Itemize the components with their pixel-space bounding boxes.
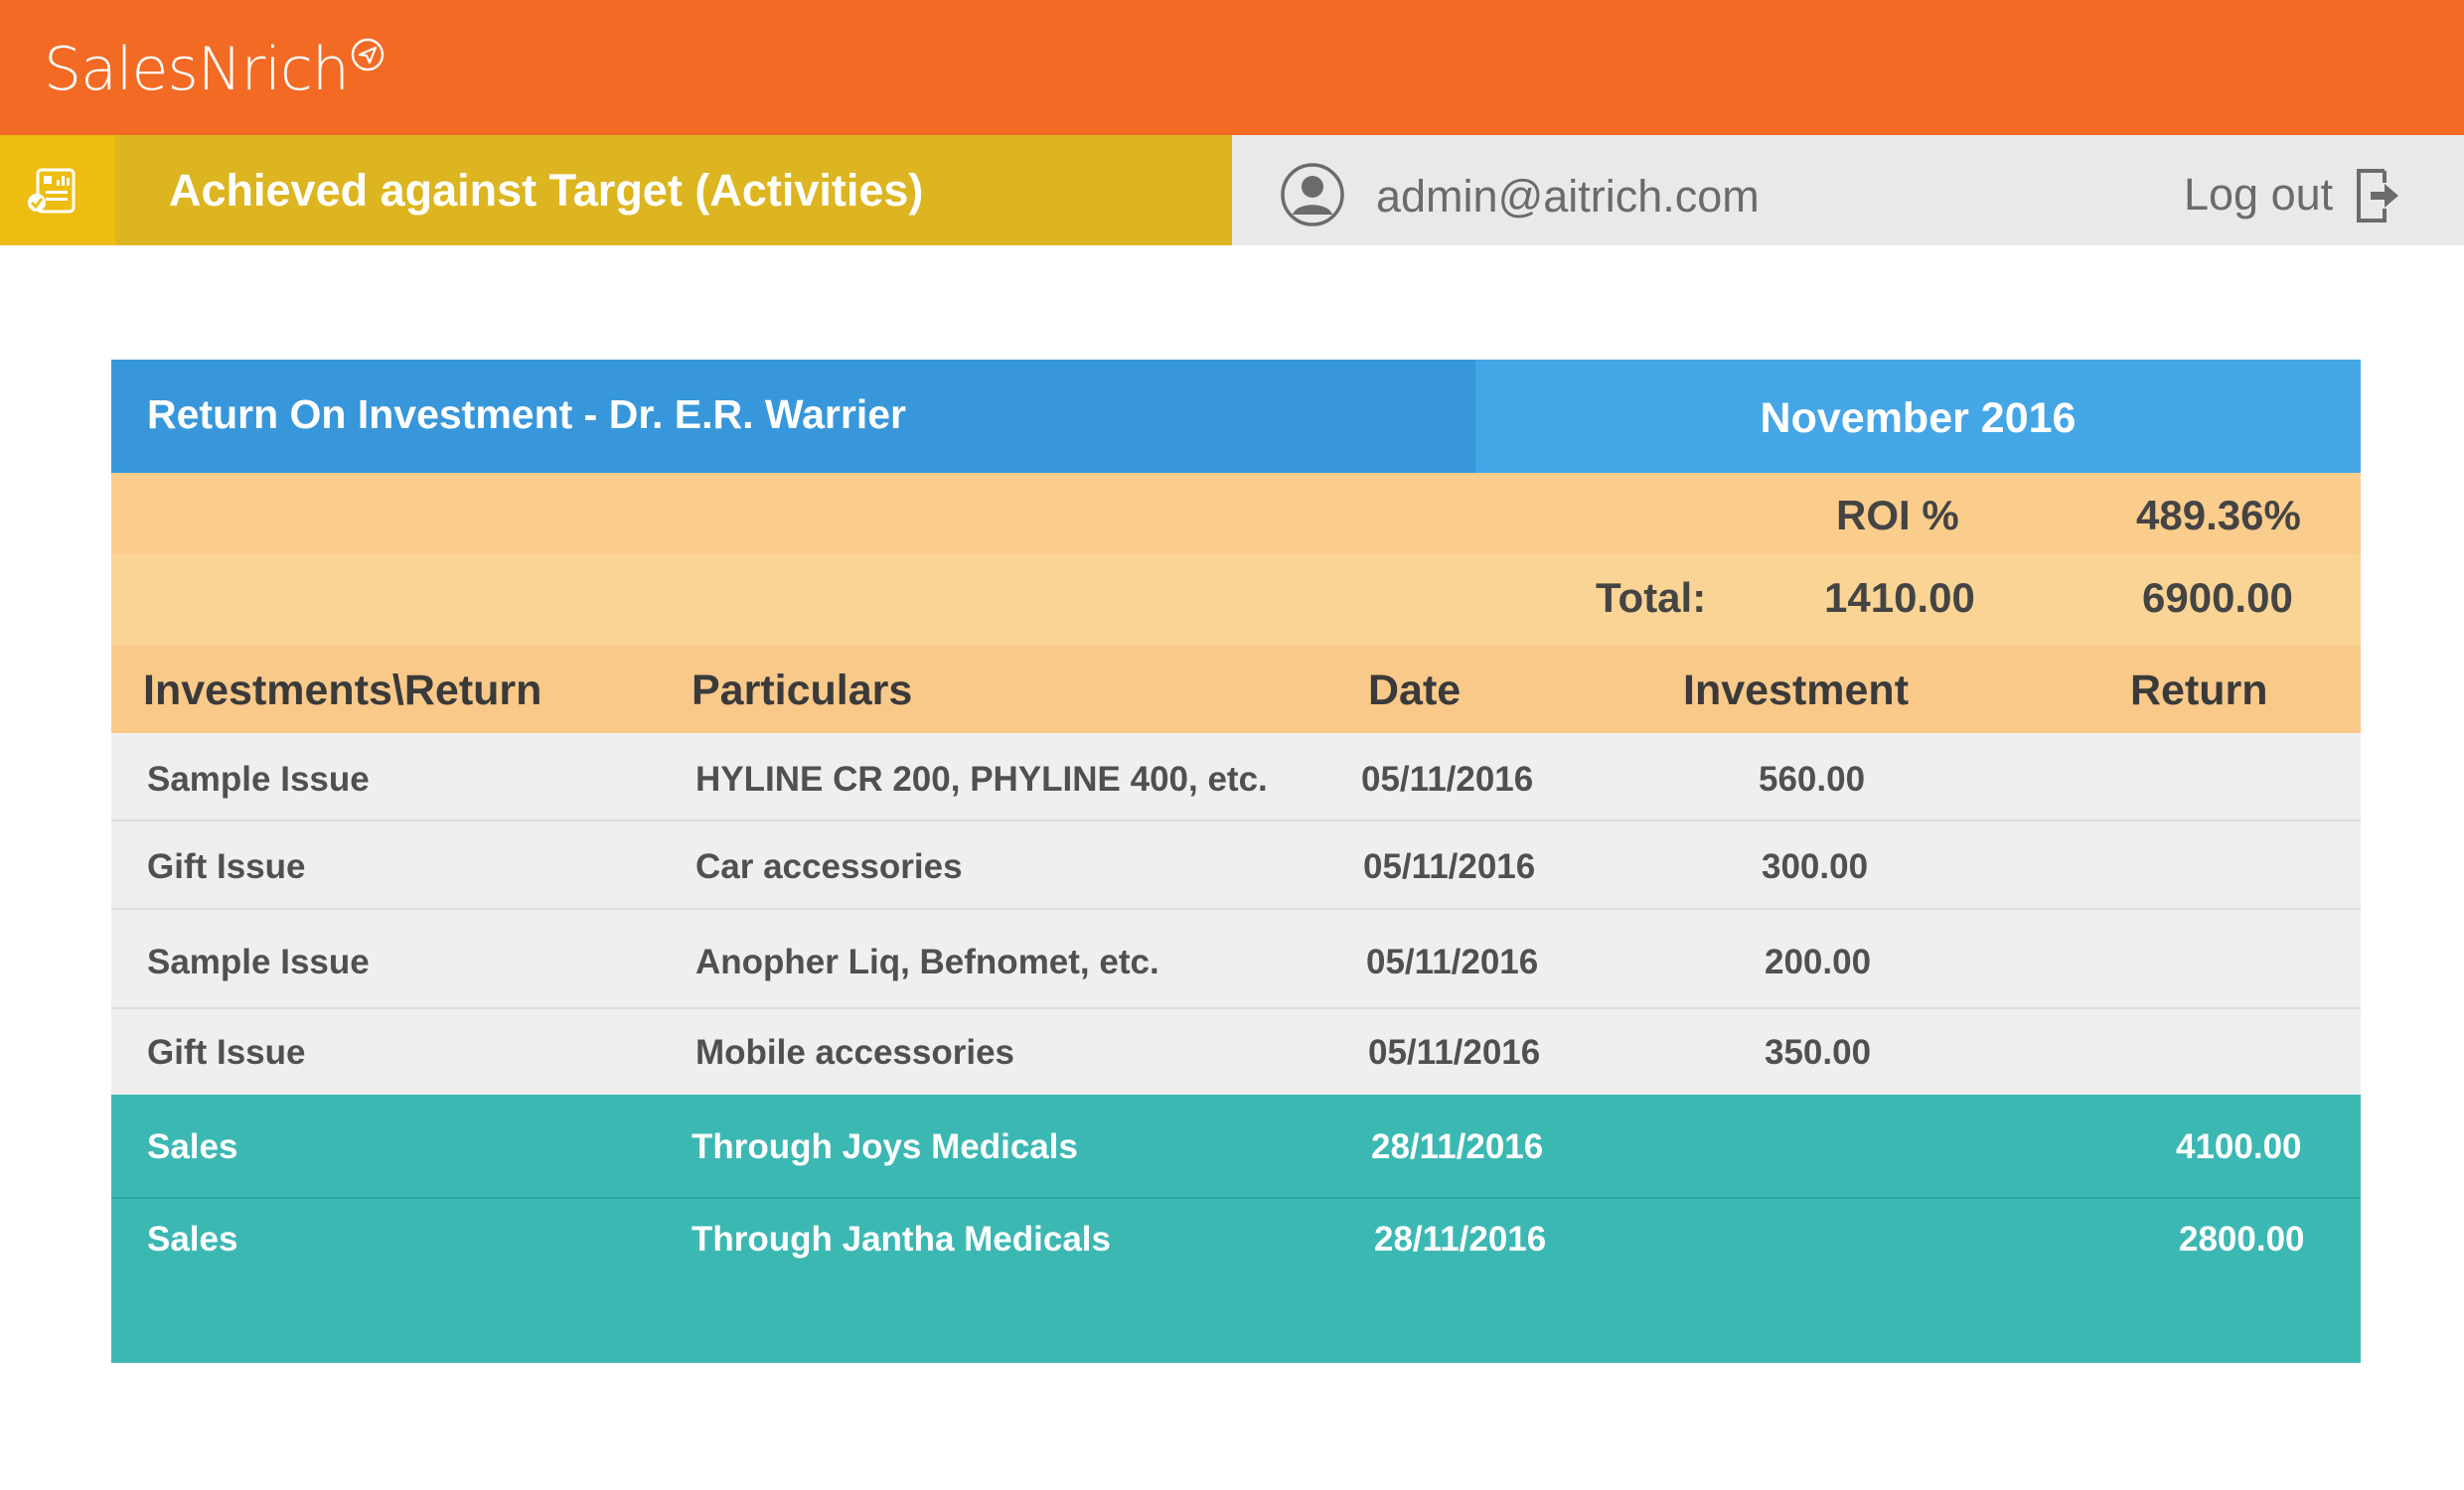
roi-value: 489.36%: [2136, 492, 2301, 538]
cell-particulars: Through Jantha Medicals: [692, 1220, 1111, 1259]
column-header-investment: Investment: [1683, 667, 1910, 714]
table-row: Sample Issue Anopher Liq, Befnomet, etc.…: [111, 910, 2361, 1009]
cell-particulars: HYLINE CR 200, PHYLINE 400, etc.: [695, 760, 1268, 799]
table-row: Sales Through Jantha Medicals 28/11/2016…: [111, 1199, 2361, 1280]
cell-type: Sample Issue: [147, 760, 370, 799]
cell-particulars: Car accessories: [695, 847, 963, 886]
paper-plane-icon: [351, 38, 385, 72]
cell-particulars: Through Joys Medicals: [692, 1127, 1078, 1166]
app-logo: SalesNrich: [44, 35, 350, 104]
cell-date: 05/11/2016: [1368, 1033, 1541, 1072]
total-label: Total:: [1596, 574, 1707, 621]
total-band: [111, 554, 2361, 646]
column-header-type: Investments\Return: [143, 667, 542, 714]
roi-panel: Return On Investment - Dr. E.R. Warrier …: [111, 360, 2361, 1363]
cell-particulars: Anopher Liq, Befnomet, etc.: [695, 943, 1159, 981]
roi-band: [111, 473, 2361, 554]
column-header-date: Date: [1368, 667, 1462, 714]
cell-date: 28/11/2016: [1371, 1127, 1544, 1166]
table-row: Gift Issue Car accessories 05/11/2016 30…: [111, 821, 2361, 910]
panel-month: November 2016: [1760, 394, 2077, 442]
cell-type: Gift Issue: [147, 1033, 306, 1072]
cell-investment: 560.00: [1759, 760, 1866, 799]
cell-date: 05/11/2016: [1366, 943, 1539, 981]
cell-type: Sales: [147, 1127, 238, 1166]
table-row: Sample Issue HYLINE CR 200, PHYLINE 400,…: [111, 733, 2361, 821]
cell-return: 2800.00: [2179, 1220, 2305, 1259]
cell-type: Sales: [147, 1220, 238, 1259]
table-row: Gift Issue Mobile accessories 05/11/2016…: [111, 1009, 2361, 1095]
panel-title: Return On Investment - Dr. E.R. Warrier: [147, 391, 906, 437]
cell-investment: 200.00: [1765, 943, 1872, 981]
cell-date: 28/11/2016: [1374, 1220, 1547, 1259]
cell-investment: 350.00: [1765, 1033, 1872, 1072]
total-investment: 1410.00: [1824, 574, 1975, 621]
cell-return: 4100.00: [2176, 1127, 2302, 1166]
cell-date: 05/11/2016: [1363, 847, 1536, 886]
cell-type: Gift Issue: [147, 847, 306, 886]
column-header-return: Return: [2130, 667, 2268, 714]
cell-date: 05/11/2016: [1361, 760, 1534, 799]
total-return: 6900.00: [2142, 574, 2293, 621]
page-title: Achieved against Target (Activities): [169, 165, 924, 216]
logout-icon[interactable]: [2353, 167, 2404, 224]
column-header-particulars: Particulars: [692, 667, 913, 714]
user-avatar-icon[interactable]: [1280, 162, 1345, 227]
user-email: admin@aitrich.com: [1376, 171, 1760, 222]
cell-investment: 300.00: [1762, 847, 1869, 886]
table-row: Sales Through Joys Medicals 28/11/2016 4…: [111, 1095, 2361, 1197]
cell-particulars: Mobile accessories: [695, 1033, 1014, 1072]
logout-button[interactable]: Log out: [2184, 135, 2333, 245]
report-checklist-icon: [28, 168, 76, 214]
cell-type: Sample Issue: [147, 943, 370, 981]
roi-label: ROI %: [1836, 492, 1959, 538]
